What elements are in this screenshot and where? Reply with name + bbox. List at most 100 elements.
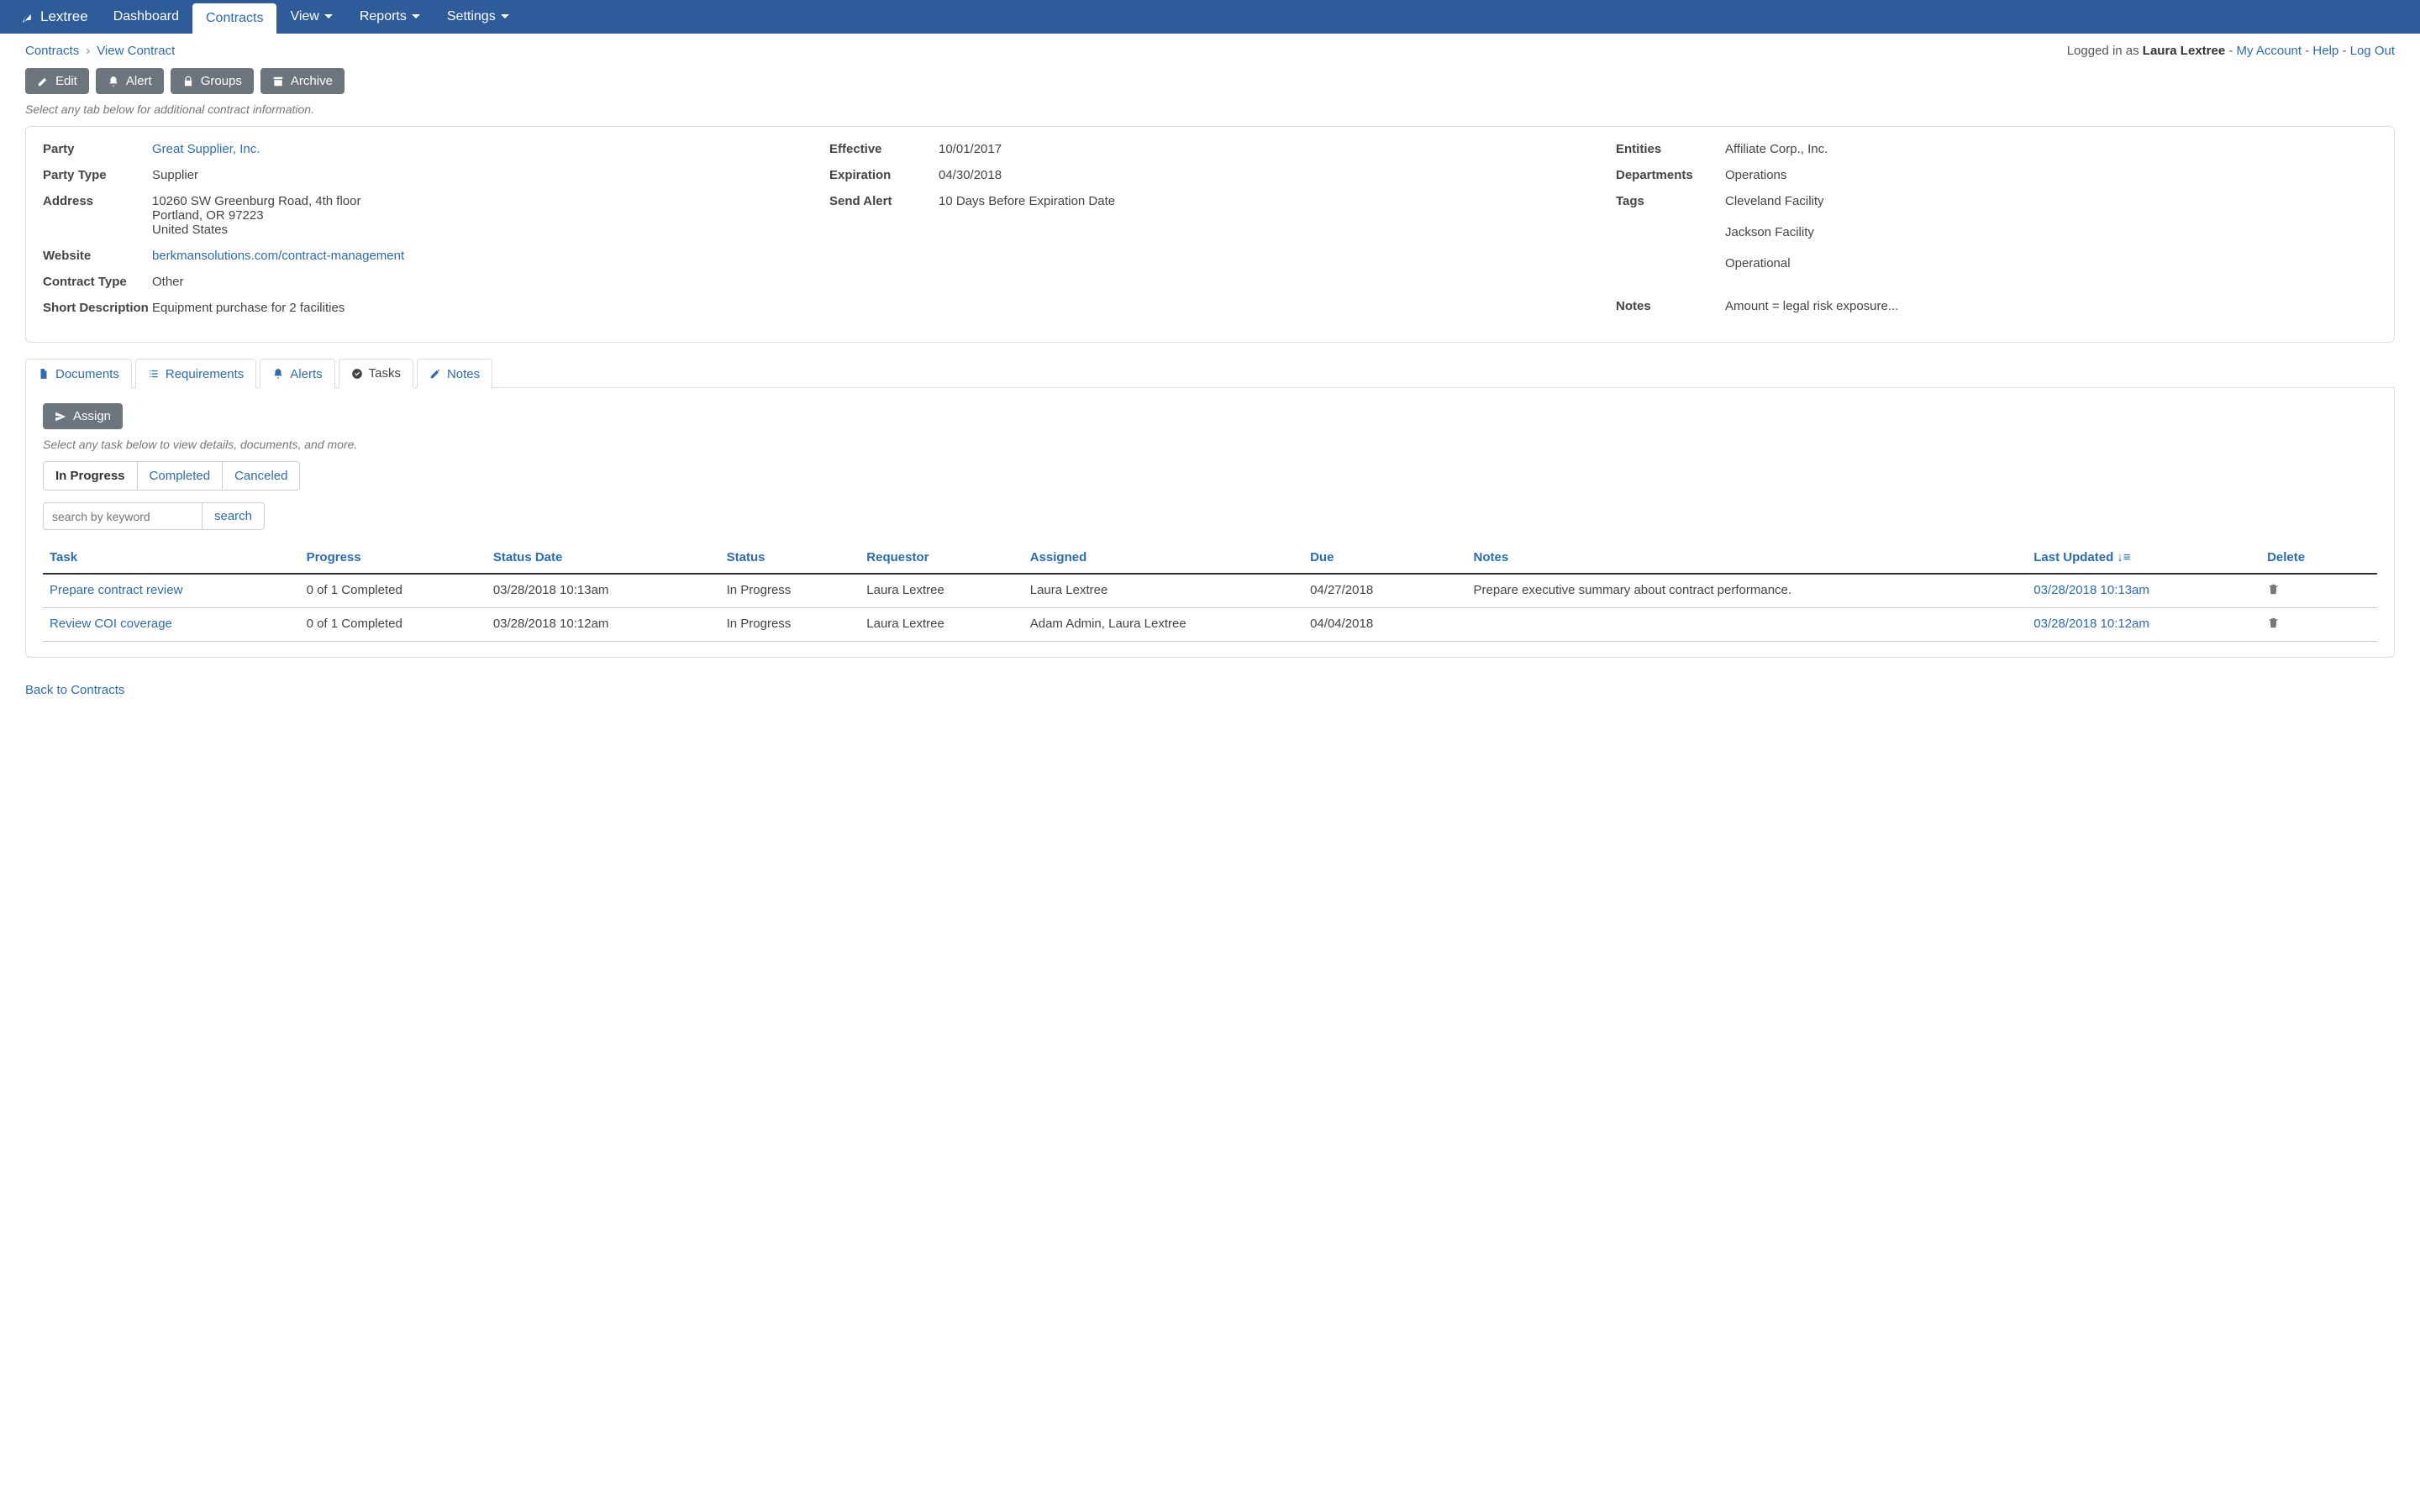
notes-label: Notes xyxy=(1616,299,1725,313)
file-icon xyxy=(38,368,50,380)
tab-requirements-label: Requirements xyxy=(166,367,244,381)
archive-button[interactable]: Archive xyxy=(260,68,345,94)
tab-alerts-label: Alerts xyxy=(290,367,322,381)
th-requestor[interactable]: Requestor xyxy=(860,545,1023,574)
nav-dashboard-label: Dashboard xyxy=(113,9,179,24)
task-status: In Progress xyxy=(720,574,860,608)
address-line-2: Portland, OR 97223 xyxy=(152,208,360,223)
task-link[interactable]: Prepare contract review xyxy=(50,583,182,597)
tab-tasks-label: Tasks xyxy=(369,366,401,381)
task-lastupdated-link[interactable]: 03/28/2018 10:12am xyxy=(2033,617,2149,631)
th-statusdate[interactable]: Status Date xyxy=(487,545,720,574)
sub-bar: Contracts › View Contract Logged in as L… xyxy=(0,34,2420,65)
caret-down-icon xyxy=(412,13,420,21)
breadcrumb-current[interactable]: View Contract xyxy=(97,44,175,58)
th-notes[interactable]: Notes xyxy=(1467,545,2028,574)
delete-task-button[interactable] xyxy=(2267,585,2280,599)
effective-value: 10/01/2017 xyxy=(939,142,1002,156)
nav-view[interactable]: View xyxy=(276,0,345,34)
table-row: Prepare contract review0 of 1 Completed0… xyxy=(43,574,2377,608)
logged-in-user: Laura Lextree xyxy=(2143,44,2225,58)
address-line-1: 10260 SW Greenburg Road, 4th floor xyxy=(152,194,360,208)
back-to-contracts-link[interactable]: Back to Contracts xyxy=(25,683,124,697)
tabs-hint: Select any tab below for additional cont… xyxy=(0,102,2420,126)
alert-button[interactable]: Alert xyxy=(96,68,164,94)
task-search-input[interactable] xyxy=(43,502,203,530)
chevron-right-icon: › xyxy=(86,44,90,58)
check-circle-icon xyxy=(351,368,363,380)
tasks-table: Task Progress Status Date Status Request… xyxy=(43,545,2377,642)
task-assigned: Laura Lextree xyxy=(1023,574,1303,608)
th-lastupdated[interactable]: Last Updated↓≡ xyxy=(2027,545,2260,574)
leaf-icon xyxy=(20,9,35,24)
expiration-value: 04/30/2018 xyxy=(939,168,1002,182)
th-status[interactable]: Status xyxy=(720,545,860,574)
task-lastupdated-link[interactable]: 03/28/2018 10:13am xyxy=(2033,583,2149,597)
nav-reports-label: Reports xyxy=(360,9,407,24)
task-link[interactable]: Review COI coverage xyxy=(50,617,172,631)
address-value: 10260 SW Greenburg Road, 4th floor Portl… xyxy=(152,194,360,237)
tab-notes[interactable]: Notes xyxy=(417,359,492,388)
assign-button[interactable]: Assign xyxy=(43,403,123,429)
logout-link[interactable]: Log Out xyxy=(2350,44,2395,58)
filter-canceled[interactable]: Canceled xyxy=(222,462,299,490)
breadcrumb: Contracts › View Contract xyxy=(25,44,175,58)
filter-completed[interactable]: Completed xyxy=(137,462,223,490)
nav-settings[interactable]: Settings xyxy=(434,0,523,34)
pencil-icon xyxy=(37,76,49,87)
filter-inprogress[interactable]: In Progress xyxy=(44,462,137,490)
brand[interactable]: Lextree xyxy=(8,0,100,34)
expiration-label: Expiration xyxy=(829,168,939,182)
groups-button[interactable]: Groups xyxy=(171,68,254,94)
th-assigned[interactable]: Assigned xyxy=(1023,545,1303,574)
tag-item: Operational xyxy=(1725,256,1824,270)
edit-button-label: Edit xyxy=(55,74,77,88)
nav-reports[interactable]: Reports xyxy=(346,0,434,34)
nav-contracts[interactable]: Contracts xyxy=(192,3,276,34)
tasks-panel: Assign Select any task below to view det… xyxy=(25,388,2395,658)
sendalert-value: 10 Days Before Expiration Date xyxy=(939,194,1115,208)
depts-label: Departments xyxy=(1616,168,1725,182)
task-requestor: Laura Lextree xyxy=(860,574,1023,608)
task-search-button[interactable]: search xyxy=(203,502,265,530)
depts-value: Operations xyxy=(1725,168,1786,182)
task-notes xyxy=(1467,608,2028,642)
tab-alerts[interactable]: Alerts xyxy=(260,359,334,388)
nav-settings-label: Settings xyxy=(447,9,496,24)
edit-button[interactable]: Edit xyxy=(25,68,89,94)
address-line-3: United States xyxy=(152,223,360,237)
th-task[interactable]: Task xyxy=(43,545,300,574)
party-value[interactable]: Great Supplier, Inc. xyxy=(152,142,260,156)
details-col-1: PartyGreat Supplier, Inc. Party TypeSupp… xyxy=(43,142,804,327)
tab-tasks[interactable]: Tasks xyxy=(339,359,413,388)
bell-icon xyxy=(272,368,284,380)
my-account-link[interactable]: My Account xyxy=(2237,44,2302,58)
tags-label: Tags xyxy=(1616,194,1725,287)
brand-label: Lextree xyxy=(40,8,88,25)
task-requestor: Laura Lextree xyxy=(860,608,1023,642)
back-to-contracts-row: Back to Contracts xyxy=(0,675,2420,722)
contract-details-card: PartyGreat Supplier, Inc. Party TypeSupp… xyxy=(25,126,2395,343)
sendalert-label: Send Alert xyxy=(829,194,939,208)
tags-value: Cleveland Facility Jackson Facility Oper… xyxy=(1725,194,1824,287)
th-progress[interactable]: Progress xyxy=(300,545,487,574)
website-label: Website xyxy=(43,249,152,263)
bell-icon xyxy=(108,76,119,87)
trash-icon xyxy=(2267,617,2280,629)
task-assigned: Adam Admin, Laura Lextree xyxy=(1023,608,1303,642)
tab-requirements[interactable]: Requirements xyxy=(135,359,256,388)
tab-documents[interactable]: Documents xyxy=(25,359,132,388)
delete-task-button[interactable] xyxy=(2267,618,2280,633)
alert-button-label: Alert xyxy=(126,74,152,88)
task-filter-group: In Progress Completed Canceled xyxy=(43,461,300,491)
task-status: In Progress xyxy=(720,608,860,642)
th-due[interactable]: Due xyxy=(1303,545,1466,574)
breadcrumb-root[interactable]: Contracts xyxy=(25,44,79,58)
help-link[interactable]: Help xyxy=(2312,44,2338,58)
nav-dashboard[interactable]: Dashboard xyxy=(100,0,192,34)
tag-item: Jackson Facility xyxy=(1725,225,1824,239)
website-value[interactable]: berkmansolutions.com/contract-management xyxy=(152,249,404,263)
tag-item: Cleveland Facility xyxy=(1725,194,1824,208)
note-icon xyxy=(429,368,441,380)
caret-down-icon xyxy=(324,13,333,21)
